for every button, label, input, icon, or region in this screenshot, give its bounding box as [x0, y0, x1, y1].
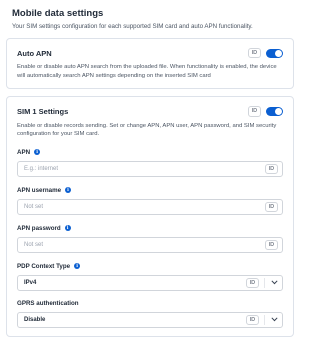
apn-password-label: APN password	[17, 224, 61, 232]
apn-username-id-badge[interactable]: ID	[264, 201, 278, 212]
mobile-data-settings-page: Mobile data settings Your SIM settings c…	[0, 0, 300, 361]
auto-apn-title: Auto APN	[17, 48, 52, 58]
auto-apn-description: Enable or disable auto APN search from t…	[17, 64, 277, 79]
apn-password-input[interactable]: Not set ID	[17, 236, 283, 253]
sim1-id-badge[interactable]: ID	[247, 106, 261, 117]
sim1-description: Enable or disable records sending. Set o…	[17, 122, 277, 138]
auto-apn-toggle[interactable]	[266, 48, 283, 58]
gprs-authentication-field: GPRS authentication Disable ID	[17, 300, 283, 328]
apn-input[interactable]: E.g.: internet ID	[17, 160, 283, 177]
apn-username-field: APN username i Not set ID	[17, 187, 283, 215]
pdp-context-type-value: IPv4	[24, 279, 37, 286]
apn-username-placeholder: Not set	[24, 203, 44, 210]
apn-password-placeholder: Not set	[24, 241, 44, 248]
apn-username-input[interactable]: Not set ID	[17, 198, 283, 215]
apn-username-label: APN username	[17, 186, 62, 194]
info-icon[interactable]: i	[34, 149, 41, 156]
gprs-authentication-value: Disable	[24, 316, 46, 323]
apn-password-id-badge[interactable]: ID	[264, 239, 278, 250]
auto-apn-id-badge[interactable]: ID	[247, 48, 261, 59]
info-icon[interactable]: i	[74, 263, 81, 270]
pdp-context-type-field: PDP Context Type i IPv4 ID	[17, 263, 283, 291]
apn-password-field: APN password i Not set ID	[17, 225, 283, 253]
gprs-authentication-select[interactable]: Disable ID	[17, 311, 283, 328]
chevron-down-icon[interactable]	[270, 279, 278, 287]
divider	[264, 314, 265, 325]
apn-id-badge[interactable]: ID	[264, 163, 278, 174]
apn-field: APN i E.g.: internet ID	[17, 149, 283, 177]
auto-apn-card: Auto APN ID Enable or disable auto APN s…	[6, 38, 294, 90]
toggle-knob	[275, 107, 282, 115]
sim1-settings-title: SIM 1 Settings	[17, 106, 69, 116]
pdp-context-type-label: PDP Context Type	[17, 262, 71, 270]
gprs-authentication-id-badge[interactable]: ID	[245, 314, 259, 325]
page-subtitle: Your SIM settings configuration for each…	[12, 23, 253, 30]
page-title: Mobile data settings	[12, 8, 104, 19]
apn-placeholder: E.g.: internet	[24, 165, 59, 172]
divider	[264, 277, 265, 288]
info-icon[interactable]: i	[64, 225, 71, 232]
gprs-authentication-label: GPRS authentication	[17, 299, 79, 307]
pdp-context-type-select[interactable]: IPv4 ID	[17, 274, 283, 291]
apn-label: APN	[17, 148, 31, 156]
sim1-toggle[interactable]	[266, 106, 283, 116]
toggle-knob	[275, 49, 282, 57]
chevron-down-icon[interactable]	[270, 316, 278, 324]
pdp-context-type-id-badge[interactable]: ID	[245, 277, 259, 288]
sim1-settings-card: SIM 1 Settings ID Enable or disable reco…	[6, 96, 294, 337]
info-icon[interactable]: i	[65, 187, 72, 194]
